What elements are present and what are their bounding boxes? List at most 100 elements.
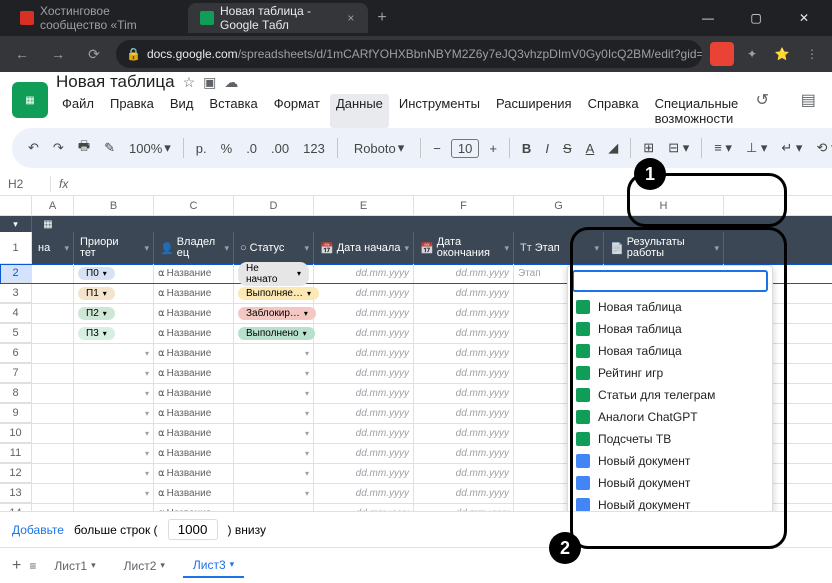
dropdown-item[interactable]: Новая таблица — [568, 296, 772, 318]
owner-chip[interactable]: ⍺ Название — [158, 368, 211, 379]
cell[interactable]: Заблокир…▾ — [234, 304, 314, 323]
row-number[interactable]: 3 — [0, 284, 32, 303]
history-icon[interactable]: ↺ — [744, 82, 780, 118]
owner-chip[interactable]: ⍺ Название — [158, 348, 211, 359]
increase-font-button[interactable]: + — [485, 139, 501, 158]
cell[interactable]: dd.mm.yyyy — [314, 324, 414, 343]
column-header[interactable]: A — [32, 196, 74, 215]
valign-button[interactable]: ⊥ ▾ — [742, 138, 771, 158]
cell[interactable]: dd.mm.yyyy — [414, 344, 514, 363]
dropdown-item[interactable]: Новая таблица — [568, 318, 772, 340]
table-header-stage[interactable]: ТтЭтап▾ — [514, 232, 604, 264]
menu-icon[interactable]: ⋮ — [800, 42, 824, 66]
cell[interactable]: dd.mm.yyyy — [314, 464, 414, 483]
row-number[interactable]: 5 — [0, 324, 32, 343]
menu-item[interactable]: Формат — [268, 94, 326, 128]
url-bar[interactable]: 🔒 docs.google.com/spreadsheets/d/1mCARfY… — [116, 40, 702, 68]
cell[interactable]: ⍺ Название — [154, 384, 234, 403]
menu-item[interactable]: Файл — [56, 94, 100, 128]
add-rows-link[interactable]: Добавьте — [12, 523, 64, 537]
cell[interactable]: dd.mm.yyyy — [314, 364, 414, 383]
menu-item[interactable]: Инструменты — [393, 94, 486, 128]
browser-tab-active[interactable]: Новая таблица - Google Табл × — [188, 3, 368, 33]
strikethrough-button[interactable]: S — [559, 139, 576, 158]
sheet-tab[interactable]: Лист3 ▾ — [183, 554, 244, 578]
table-header-status[interactable]: ○Статус▾ — [234, 232, 314, 264]
forward-button[interactable]: → — [44, 40, 72, 68]
priority-chip[interactable]: П3▾ — [78, 327, 115, 340]
close-window-button[interactable]: ✕ — [784, 3, 824, 33]
cell[interactable]: dd.mm.yyyy — [314, 444, 414, 463]
table-header-start-date[interactable]: 📅Дата начала▾ — [314, 232, 414, 264]
row-number[interactable]: 1 — [0, 232, 32, 264]
cell[interactable]: dd.mm.yyyy — [414, 264, 514, 283]
table-header-priority[interactable]: Приори тет▾ — [74, 232, 154, 264]
row-number[interactable]: 2 — [0, 264, 32, 283]
cell[interactable]: dd.mm.yyyy — [314, 504, 414, 511]
cell[interactable]: ▾ — [74, 464, 154, 483]
menu-item[interactable]: Вставка — [203, 94, 263, 128]
close-icon[interactable]: × — [346, 11, 356, 25]
bookmark-icon[interactable]: ⭐ — [770, 42, 794, 66]
add-sheet-button[interactable]: + — [12, 557, 21, 575]
cell[interactable]: dd.mm.yyyy — [414, 364, 514, 383]
cell[interactable]: dd.mm.yyyy — [414, 444, 514, 463]
borders-button[interactable]: ⊞ — [639, 138, 658, 158]
dropdown-item[interactable]: Новый документ — [568, 472, 772, 494]
cell[interactable]: dd.mm.yyyy — [314, 404, 414, 423]
cell[interactable]: ▾ — [74, 444, 154, 463]
cell[interactable] — [32, 344, 74, 363]
cell[interactable] — [32, 364, 74, 383]
owner-chip[interactable]: ⍺ Название — [158, 448, 211, 459]
cell[interactable]: ▾ — [234, 444, 314, 463]
cell[interactable]: ▾ — [74, 364, 154, 383]
dropdown-item[interactable]: Аналоги ChatGPT — [568, 406, 772, 428]
cell[interactable]: ⍺ Название — [154, 404, 234, 423]
cell[interactable]: ⍺ Название — [154, 264, 234, 283]
cell[interactable]: ⍺ Название — [154, 484, 234, 503]
cell[interactable]: ⍺ Название — [154, 304, 234, 323]
text-color-button[interactable]: A — [582, 139, 599, 158]
extension-icon[interactable] — [710, 42, 734, 66]
cell[interactable]: ⍺ Название — [154, 284, 234, 303]
decrease-decimal-button[interactable]: .0 — [242, 139, 261, 158]
cell[interactable]: Не начато▾ — [234, 264, 314, 283]
column-header[interactable]: C — [154, 196, 234, 215]
cell[interactable]: ▾ — [74, 344, 154, 363]
cell[interactable] — [32, 284, 74, 303]
sheets-logo-icon[interactable]: ▦ — [12, 82, 48, 118]
owner-chip[interactable]: ⍺ Название — [158, 488, 211, 499]
status-chip[interactable]: Не начато▾ — [238, 262, 309, 286]
column-header[interactable]: G — [514, 196, 604, 215]
cell[interactable]: dd.mm.yyyy — [314, 344, 414, 363]
paint-format-button[interactable]: ✎ — [100, 138, 119, 158]
cell[interactable]: dd.mm.yyyy — [414, 484, 514, 503]
cell[interactable] — [32, 504, 74, 511]
cell[interactable]: ⍺ Название — [154, 464, 234, 483]
dropdown-item[interactable]: Новая таблица — [568, 340, 772, 362]
cell[interactable]: ▾ — [74, 504, 154, 511]
owner-chip[interactable]: ⍺ Название — [158, 508, 211, 511]
comment-icon[interactable]: ▤ — [790, 82, 826, 118]
column-header[interactable]: H — [604, 196, 724, 215]
cell[interactable]: ⍺ Название — [154, 504, 234, 511]
table-dropdown-icon[interactable]: ▾ — [0, 216, 32, 232]
owner-chip[interactable]: ⍺ Название — [158, 308, 211, 319]
cell[interactable]: П2▾ — [74, 304, 154, 323]
cell[interactable]: dd.mm.yyyy — [314, 424, 414, 443]
row-number[interactable]: 7 — [0, 364, 32, 383]
row-number[interactable]: 10 — [0, 424, 32, 443]
dropdown-item[interactable]: Рейтинг игр — [568, 362, 772, 384]
cell[interactable]: ▾ — [234, 464, 314, 483]
priority-chip[interactable]: П1▾ — [78, 287, 115, 300]
cell[interactable] — [32, 384, 74, 403]
cell[interactable]: П3▾ — [74, 324, 154, 343]
cell[interactable]: dd.mm.yyyy — [414, 424, 514, 443]
cell[interactable]: ▾ — [74, 484, 154, 503]
row-number[interactable]: 6 — [0, 344, 32, 363]
cell[interactable]: ⍺ Название — [154, 324, 234, 343]
cell[interactable] — [32, 264, 74, 283]
table-header-results[interactable]: 📄Результаты работы▾ — [604, 232, 724, 264]
dropdown-item[interactable]: Новый документ — [568, 450, 772, 472]
priority-chip[interactable]: П2▾ — [78, 307, 115, 320]
